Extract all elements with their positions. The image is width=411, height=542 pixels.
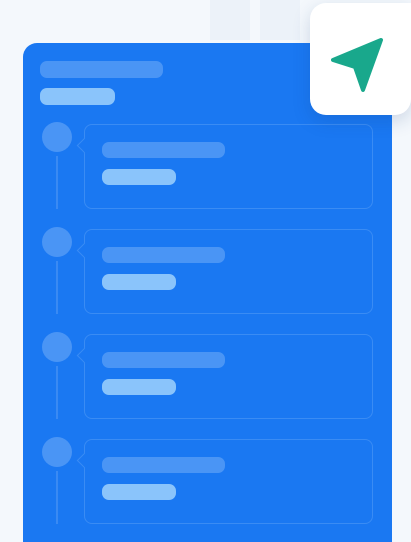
item-subtitle-placeholder <box>102 169 176 185</box>
item-subtitle-placeholder <box>102 274 176 290</box>
timeline-dot <box>42 227 72 257</box>
background-tile <box>260 0 300 40</box>
timeline-item[interactable] <box>84 334 373 419</box>
background-tile <box>210 0 250 40</box>
timeline-card <box>23 43 392 542</box>
item-subtitle-placeholder <box>102 379 176 395</box>
timeline-connector <box>56 261 58 314</box>
timeline-dot <box>42 332 72 362</box>
timeline-item[interactable] <box>84 229 373 314</box>
item-title-placeholder <box>102 457 225 473</box>
navigation-badge[interactable] <box>310 3 411 115</box>
card-title-placeholder <box>40 61 163 78</box>
item-title-placeholder <box>102 142 225 158</box>
timeline-item[interactable] <box>84 124 373 209</box>
timeline-connector <box>56 471 58 524</box>
timeline-item[interactable] <box>84 439 373 524</box>
timeline-connector <box>56 366 58 419</box>
timeline-connector <box>56 156 58 209</box>
card-subtitle-placeholder <box>40 88 115 105</box>
item-title-placeholder <box>102 352 225 368</box>
timeline-dot <box>42 122 72 152</box>
item-subtitle-placeholder <box>102 484 176 500</box>
navigation-arrow-icon <box>331 38 383 92</box>
item-title-placeholder <box>102 247 225 263</box>
timeline-dot <box>42 437 72 467</box>
